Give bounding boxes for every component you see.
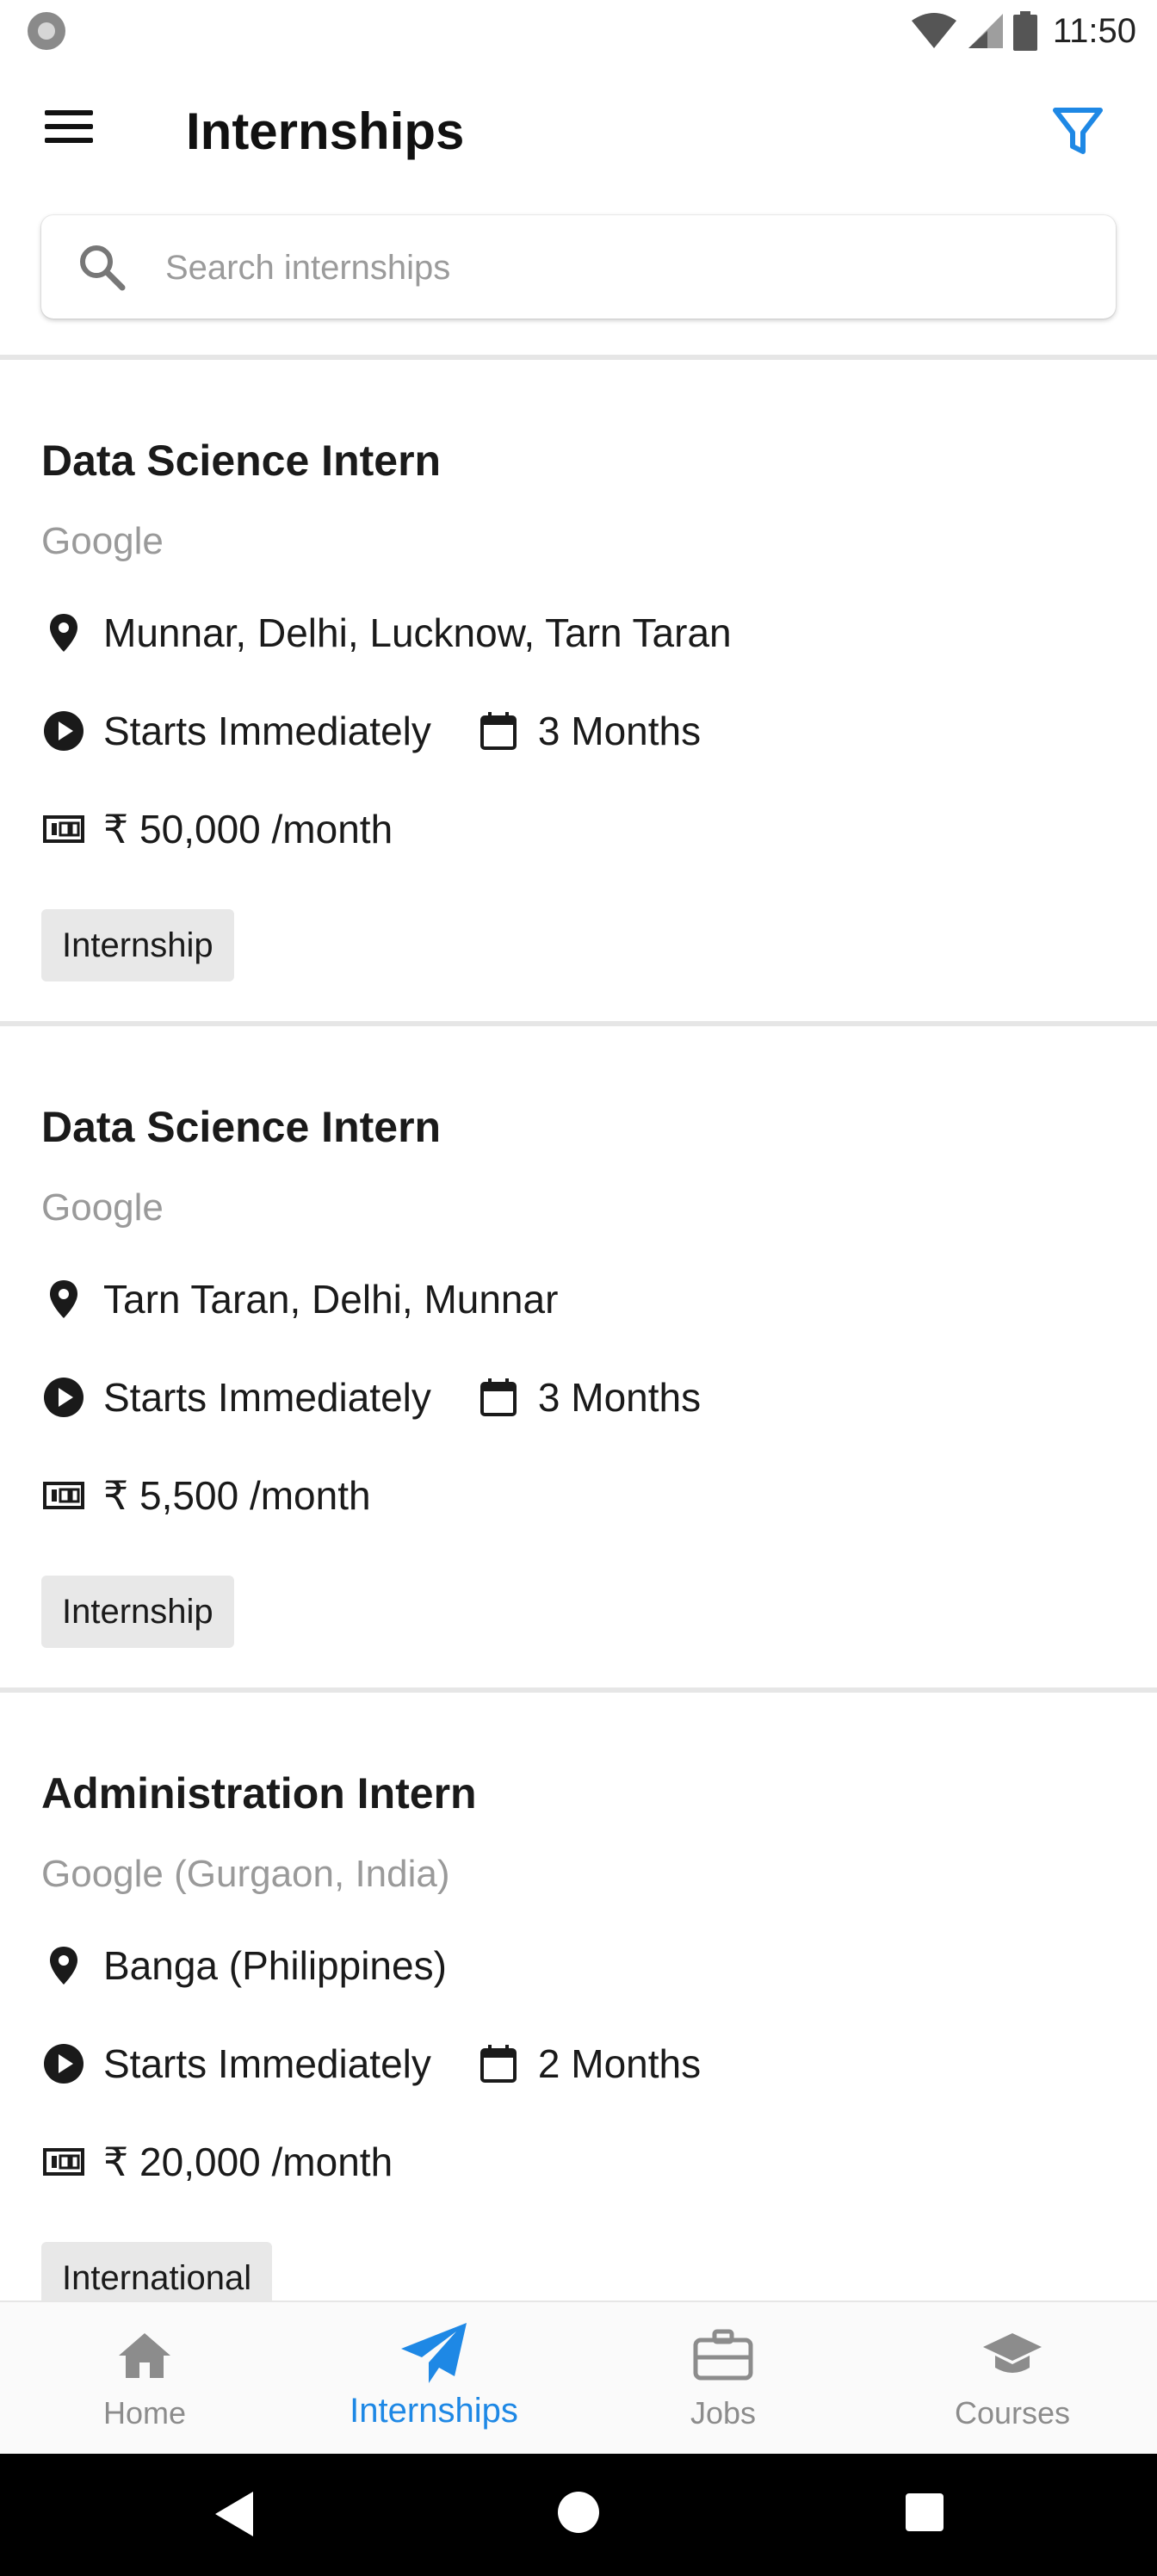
nav-label: Internships	[350, 2392, 518, 2430]
play-circle-icon	[44, 711, 84, 751]
nav-label: Home	[102, 2395, 187, 2430]
nav-item-home[interactable]: Home	[0, 2302, 289, 2455]
stipend-text: ₹ 5,500 /month	[103, 1473, 371, 1518]
search-icon	[80, 245, 126, 291]
location-text: Munnar, Delhi, Lucknow, Tarn Taran	[103, 610, 732, 655]
status-time: 11:50	[1052, 11, 1136, 50]
status-icons: 11:50	[910, 7, 1136, 55]
stipend-text: ₹ 50,000 /month	[103, 807, 393, 851]
stipend-row: ₹ 50,000 /month	[41, 806, 393, 852]
duration-text: 2 Months	[537, 2041, 702, 2086]
internship-role: Administration Intern	[41, 1769, 477, 1817]
calendar-icon	[480, 2045, 517, 2083]
location-pin-icon	[50, 1280, 77, 1318]
internship-card[interactable]: Administration Intern Google (Gurgaon, I…	[0, 1693, 1157, 2302]
money-icon	[43, 1482, 84, 1509]
briefcase-icon	[693, 2329, 753, 2381]
wifi-icon	[911, 13, 956, 48]
home-circle-icon[interactable]	[558, 2492, 599, 2533]
location-row: Banga (Philippines)	[41, 1942, 447, 1989]
stipend-row: ₹ 5,500 /month	[41, 1472, 371, 1519]
stipend-row: ₹ 20,000 /month	[41, 2139, 393, 2185]
play-circle-icon	[44, 2044, 84, 2084]
location-text: Banga (Philippines)	[103, 1943, 447, 1988]
location-row: Tarn Taran, Delhi, Munnar	[41, 1276, 558, 1322]
location-pin-icon	[50, 614, 77, 652]
calendar-icon	[480, 712, 517, 750]
start-row: Starts Immediately 3 Months	[41, 708, 701, 754]
location-row: Munnar, Delhi, Lucknow, Tarn Taran	[41, 610, 732, 656]
paper-plane-icon	[401, 2323, 467, 2383]
location-pin-icon	[50, 1947, 77, 1985]
signal-icon	[968, 14, 1003, 48]
graduation-cap-icon	[983, 2333, 1042, 2373]
start-text: Starts Immediately	[103, 2041, 431, 2086]
search-input[interactable]	[164, 236, 1080, 300]
money-icon	[43, 2148, 84, 2176]
internship-card[interactable]: Data Science Intern Google Tarn Taran, D…	[0, 1026, 1157, 1693]
app-bar: Internships	[0, 65, 1157, 200]
type-tag: International	[41, 2242, 273, 2302]
start-row: Starts Immediately 2 Months	[41, 2040, 701, 2087]
system-navigation-bar	[0, 2454, 1157, 2576]
company-name: Google	[41, 1186, 164, 1229]
money-icon	[43, 815, 84, 843]
nav-label: Jobs	[690, 2395, 757, 2430]
duration-text: 3 Months	[537, 1375, 702, 1420]
page-title: Internships	[186, 102, 465, 160]
type-tag: Internship	[41, 1576, 234, 1648]
internship-list[interactable]: Data Science Intern Google Munnar, Delhi…	[0, 360, 1157, 2302]
start-text: Starts Immediately	[103, 709, 431, 753]
company-name: Google (Gurgaon, India)	[41, 1853, 450, 1895]
type-tag: Internship	[41, 909, 234, 981]
duration: 2 Months	[476, 2040, 701, 2087]
notification-dot-icon	[28, 12, 65, 50]
calendar-icon	[480, 1378, 517, 1416]
nav-label: Courses	[954, 2395, 1071, 2430]
play-circle-icon	[44, 1378, 84, 1417]
nav-item-courses[interactable]: Courses	[868, 2302, 1157, 2455]
internship-role: Data Science Intern	[41, 437, 442, 485]
start-text: Starts Immediately	[103, 1375, 431, 1420]
nav-item-jobs[interactable]: Jobs	[578, 2302, 868, 2455]
bottom-navigation: Home Internships Jobs Courses	[0, 2300, 1157, 2455]
search-bar[interactable]	[41, 215, 1116, 319]
back-icon[interactable]	[210, 2488, 257, 2540]
battery-icon	[1012, 11, 1037, 51]
internship-role: Data Science Intern	[41, 1103, 442, 1151]
filter-icon[interactable]	[1049, 102, 1107, 160]
status-bar: 11:50	[0, 0, 1157, 65]
duration: 3 Months	[476, 1374, 701, 1421]
company-name: Google	[41, 520, 164, 562]
start-row: Starts Immediately 3 Months	[41, 1374, 701, 1421]
home-icon	[119, 2333, 170, 2378]
recents-square-icon[interactable]	[906, 2493, 944, 2531]
duration-text: 3 Months	[537, 709, 702, 753]
stipend-text: ₹ 20,000 /month	[103, 2139, 393, 2184]
hamburger-menu-icon[interactable]	[45, 110, 100, 152]
internship-card[interactable]: Data Science Intern Google Munnar, Delhi…	[0, 360, 1157, 1026]
duration: 3 Months	[476, 708, 701, 754]
location-text: Tarn Taran, Delhi, Munnar	[103, 1277, 559, 1322]
nav-item-internships[interactable]: Internships	[289, 2302, 578, 2455]
